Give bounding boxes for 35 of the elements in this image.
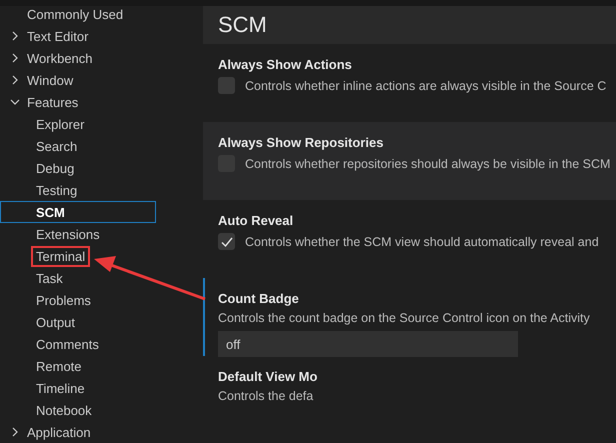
sidebar-item[interactable]: Output — [0, 311, 156, 333]
sidebar-item[interactable]: Extensions — [0, 223, 156, 245]
setting-description: Controls the defa — [218, 389, 314, 403]
checkbox[interactable] — [218, 77, 235, 94]
sidebar-item[interactable]: Testing — [0, 179, 156, 201]
dropdown[interactable]: off — [218, 331, 518, 357]
sidebar-item[interactable]: Explorer — [0, 113, 156, 135]
sidebar-item[interactable]: Timeline — [0, 377, 156, 399]
sidebar-item[interactable]: Workbench — [0, 47, 156, 69]
setting-title: Count Badge — [218, 291, 300, 306]
sidebar-item[interactable]: SCM — [0, 201, 156, 223]
setting-title: Always Show Actions — [218, 57, 353, 72]
sidebar-item[interactable]: Commonly Used — [0, 3, 156, 25]
sidebar-item[interactable]: Application — [0, 421, 156, 443]
sidebar-item[interactable]: Features — [0, 91, 156, 113]
sidebar-item[interactable]: Search — [0, 135, 156, 157]
highlight-box: Terminal — [31, 246, 90, 266]
sidebar-item[interactable]: Remote — [0, 355, 156, 377]
checkbox[interactable] — [218, 233, 235, 250]
setting-description: Controls the count badge on the Source Control icon on the Activity — [218, 311, 591, 325]
sidebar-item[interactable]: Notebook — [0, 399, 156, 421]
sidebar-item[interactable]: Window — [0, 69, 156, 91]
sidebar-item[interactable]: Problems — [0, 289, 156, 311]
sidebar-item[interactable]: Task — [0, 267, 156, 289]
setting-title: Always Show Repositories — [218, 135, 384, 150]
setting-description: Controls whether inline actions are always visible in the Source C — [245, 78, 606, 92]
setting-title: Default View Mo — [218, 369, 318, 384]
section-title: SCM — [218, 12, 267, 38]
sidebar-item[interactable]: Comments — [0, 333, 156, 355]
sidebar-item[interactable]: Text Editor — [0, 25, 156, 47]
sidebar-item[interactable]: Debug — [0, 157, 156, 179]
setting-title: Auto Reveal — [218, 213, 294, 228]
setting-description: Controls whether repositories should always be visible in the SCM — [245, 156, 610, 170]
setting-description: Controls whether the SCM view should automatically reveal and — [245, 234, 599, 248]
sidebar-item[interactable]: Terminal — [0, 245, 156, 267]
